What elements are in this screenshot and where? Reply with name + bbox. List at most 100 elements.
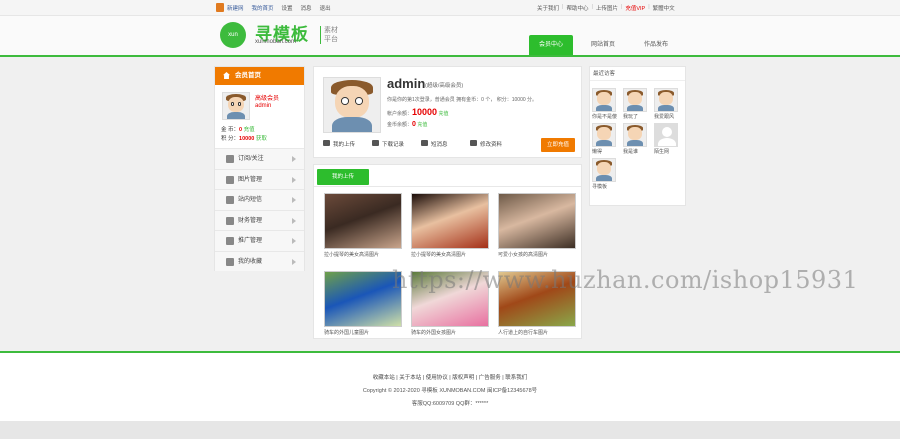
visitor-item[interactable]: 我玩了 [623,88,649,120]
footer-links[interactable]: 收藏本站 | 关于本站 | 使用协议 | 版权声明 | 广告服务 | 联系我们 [0,373,900,381]
visitor-avatar[interactable] [623,88,647,112]
upload-thumbnail[interactable]: 骑车的外国儿童图片 [324,271,402,336]
top-link-messages[interactable]: 消息 [301,4,312,12]
coins-recharge-link[interactable]: 充值 [244,127,255,133]
visitor-name[interactable]: 陌生网 [654,148,680,155]
visitors-title: 最近访客 [590,67,685,81]
uploads-tab-bar: 我的上传 [314,165,581,187]
points-stat: 积 分：10000 获取 [221,134,267,142]
points-get-link[interactable]: 获取 [256,136,267,142]
visitor-name[interactable]: 我爱跟风 [654,113,680,120]
balance-recharge-link[interactable]: 充值 [438,111,448,117]
top-link-help[interactable]: 帮助中心 [566,4,588,12]
action-edit-profile[interactable]: 修改资料 [470,140,519,148]
visitor-avatar[interactable] [654,88,678,112]
balance-value: 10000 [412,107,438,117]
top-link-site[interactable]: 新建网 [227,4,244,12]
sidebar-item-messages[interactable]: 站内短信 [215,189,304,210]
top-link-about[interactable]: 关于我们 [537,4,559,12]
visitor-avatar[interactable] [592,88,616,112]
member-username: admin [255,103,272,109]
sidebar-item-finance[interactable]: 财务管理 [215,209,304,230]
upload-thumbnail[interactable]: 可爱小女孩的高清图片 [498,193,576,258]
sidebar-item-favorites[interactable]: 我的收藏 [215,250,304,271]
message-icon [226,196,234,204]
sidebar-item-promotion[interactable]: 推广管理 [215,230,304,251]
visitor-item[interactable]: 我是谁 [623,123,649,155]
tab-my-uploads[interactable]: 我的上传 [317,169,369,185]
profile-panel: admin (超级/高级会员) 你是你的第1次登录，普通会员 拥有金币：0 个，… [313,66,582,158]
sidebar-item-subscribe[interactable]: 订阅/关注 [215,148,304,169]
action-my-uploads[interactable]: 我的上传 [323,140,372,148]
visitor-item[interactable]: 你是不是傻 [592,88,618,120]
action-downloads[interactable]: 下载记录 [372,140,421,148]
logo-mark[interactable]: xun [220,22,246,48]
home-icon [223,72,230,79]
photo-caption[interactable]: 可爱小女孩的高清图片 [498,251,576,258]
visitor-avatar[interactable] [592,123,616,147]
logo-domain: xunmoban.com [255,39,297,45]
avatar-body [658,104,674,111]
visitor-avatar[interactable] [623,123,647,147]
visitor-avatar[interactable] [592,158,616,182]
balance-label: 帐户余额： [387,111,413,117]
home-icon[interactable] [216,3,224,12]
top-link-home[interactable]: 我的首页 [252,4,274,12]
top-link-traditional[interactable]: 繁體中文 [653,4,675,12]
photo-caption[interactable]: 人行道上的自行车图片 [498,329,576,336]
nav-tab-publish[interactable]: 作品发布 [634,35,678,55]
avatar-face [597,127,611,141]
download-icon [372,140,379,146]
gold-line: 金币余额：0 充值 [387,121,427,128]
top-link-logout[interactable]: 退出 [320,4,331,12]
uploads-grid: 拉小提琴的美女高清图片 拉小提琴的美女高清图片 可爱小女孩的高清图片骑车的外国儿童图… [324,193,576,336]
avatar-face [597,162,611,176]
visitor-avatar[interactable] [654,123,678,147]
avatar[interactable] [222,92,250,120]
avatar-body [596,174,612,181]
favorite-icon [226,257,234,266]
top-link-settings[interactable]: 设置 [282,4,293,12]
upload-thumbnail[interactable]: 拉小提琴的美女高清图片 [411,193,489,258]
member-level: 高级会员 [255,96,280,102]
visitor-name[interactable]: 寻模板 [592,183,618,190]
upload-thumbnail[interactable]: 拉小提琴的美女高清图片 [324,193,402,258]
photo-caption[interactable]: 拉小提琴的美女高清图片 [411,251,489,258]
avatar-face [628,92,642,106]
promotion-icon [226,237,234,245]
top-link-upload[interactable]: 上传图片 [596,4,618,12]
sidebar-header[interactable]: 会员首页 [215,67,304,85]
visitor-name[interactable]: 我玩了 [623,113,649,120]
photo-image[interactable] [324,193,402,249]
visitor-name[interactable]: 你是不是傻 [592,113,618,120]
visitor-item[interactable]: 寻模板 [592,158,618,190]
photo-caption[interactable]: 骑车的外国女孩图片 [411,329,489,336]
action-messages[interactable]: 短消息 [421,140,470,148]
photo-caption[interactable]: 骑车的外国儿童图片 [324,329,402,336]
profile-avatar[interactable] [323,77,381,133]
separator: | [648,4,650,10]
photo-image[interactable] [411,193,489,249]
photo-image[interactable] [498,193,576,249]
gold-recharge-link[interactable]: 充值 [417,122,427,128]
nav-tab-member[interactable]: 会员中心 [529,35,573,55]
visitor-item[interactable]: 陌生网 [654,123,680,155]
visitor-item[interactable]: 懒得 [592,123,618,155]
user-icon [226,155,234,163]
sidebar-item-images[interactable]: 图片管理 [215,168,304,189]
footer-copyright: Copyright © 2012-2020 寻模板 XUNMOBAN.COM 闽… [362,388,538,394]
chevron-right-icon [292,258,296,265]
top-link-vip[interactable]: 充值VIP [625,4,645,12]
recharge-button[interactable]: 立即充值 [541,138,575,152]
visitor-name[interactable]: 我是谁 [623,148,649,155]
photo-image[interactable] [324,271,402,327]
photo-caption[interactable]: 拉小提琴的美女高清图片 [324,251,402,258]
visitor-item[interactable]: 我爱跟风 [654,88,680,120]
image-icon [226,175,234,184]
action-label: 下载记录 [382,142,405,148]
separator: | [562,4,564,10]
points-value: 10000 [239,136,255,142]
visitor-name[interactable]: 懒得 [592,148,618,155]
default-avatar-body [658,138,676,146]
nav-tab-home[interactable]: 网站首页 [581,35,625,55]
